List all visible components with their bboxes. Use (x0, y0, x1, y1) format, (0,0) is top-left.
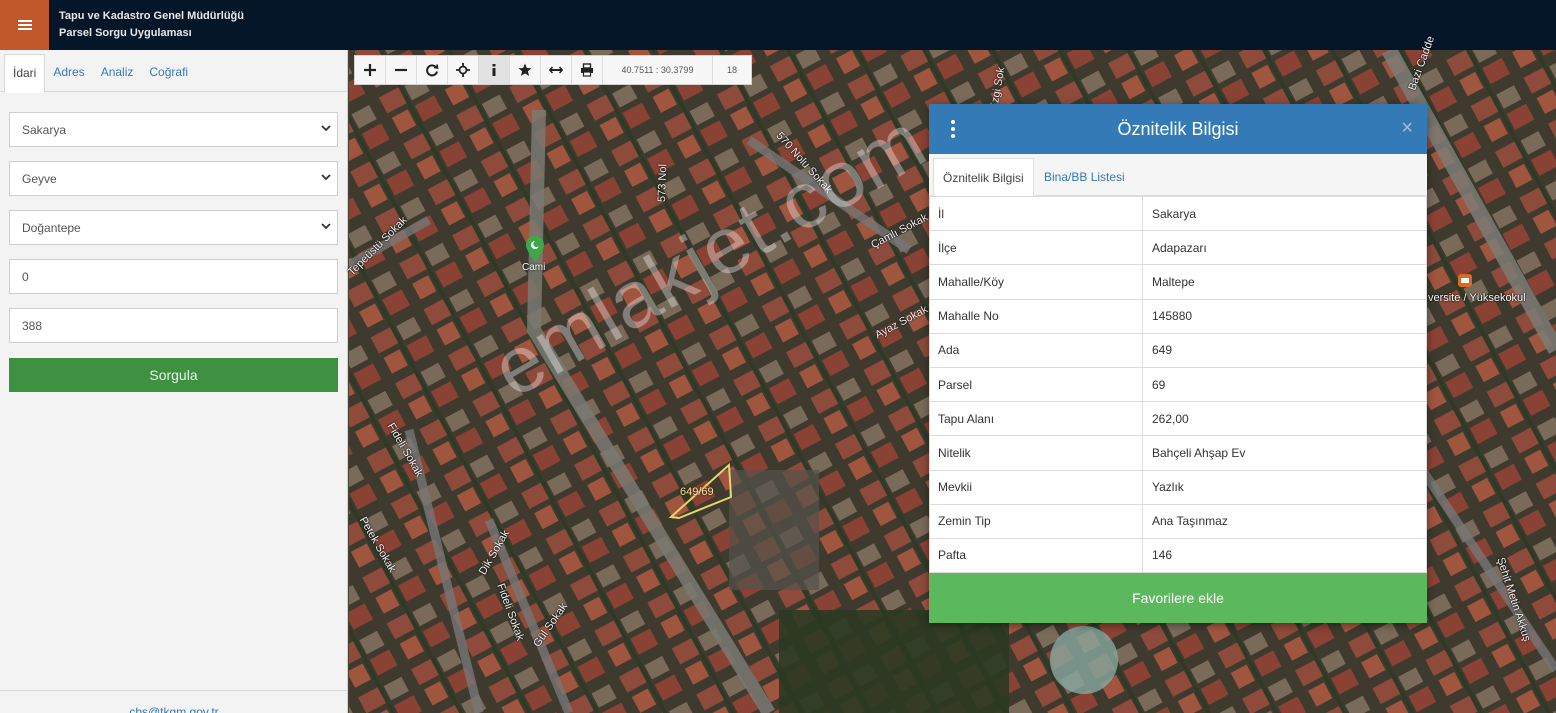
parcel-label[interactable]: 649/69 (680, 486, 714, 498)
table-row: Tapu Alanı 262,00 (929, 401, 1427, 437)
attr-value: Sakarya (1142, 195, 1427, 232)
ilce-select[interactable]: Geyve (9, 161, 338, 196)
attr-value: Bahçeli Ahşap Ev (1142, 435, 1427, 471)
zoom-out-button[interactable] (386, 56, 417, 84)
sidebar: İdari Adres Analiz Coğrafi Sakarya Geyve… (0, 50, 348, 713)
top-bar: Tapu ve Kadastro Genel Müdürlüğü Parsel … (0, 0, 1556, 50)
favorite-tool-button[interactable] (510, 56, 541, 84)
table-row: Nitelik Bahçeli Ahşap Ev (929, 435, 1427, 471)
attr-key: Ada (929, 332, 1143, 368)
attr-key: Tapu Alanı (929, 401, 1143, 437)
table-row: İlçe Adapazarı (929, 230, 1427, 266)
query-button[interactable]: Sorgula (9, 358, 338, 392)
table-row: Pafta 146 (929, 537, 1427, 574)
attr-value: 145880 (1142, 298, 1427, 334)
zoom-in-button[interactable] (355, 56, 386, 84)
attribute-table: İl Sakarya İlçe Adapazarı Mahalle/Köy Malte… (929, 195, 1427, 574)
attr-value: 649 (1142, 332, 1427, 368)
tab-adres[interactable]: Adres (45, 54, 92, 92)
attr-key: Mevkii (929, 469, 1143, 505)
close-icon[interactable]: × (1401, 117, 1413, 140)
refresh-icon (426, 64, 439, 77)
attr-key: Parsel (929, 366, 1143, 403)
crosshair-icon (456, 63, 470, 77)
popup-tabs: Öznitelik Bilgisi Bina/BB Listesi (929, 154, 1427, 197)
attr-key: Pafta (929, 537, 1143, 574)
attribute-popup: Öznitelik Bilgisi × Öznitelik Bilgisi Bi… (929, 104, 1427, 623)
university-label: versite / Yüksekokul (1428, 292, 1526, 304)
table-row: Zemin Tip Ana Taşınmaz (929, 503, 1427, 539)
map-toolbar: 40.7511 : 30.3799 18 (354, 55, 752, 85)
chevron-down-icon (321, 125, 331, 132)
measure-button[interactable] (541, 56, 572, 84)
parsel-input[interactable]: 388 (9, 308, 338, 343)
parsel-input-value: 388 (22, 318, 43, 333)
footer-email-link[interactable]: cbs@tkgm.gov.tr (0, 705, 348, 713)
attr-value: Adapazarı (1142, 230, 1427, 266)
attr-value: 262,00 (1142, 401, 1427, 437)
table-row: Mevkii Yazlık (929, 469, 1427, 505)
ilce-select-value: Geyve (22, 171, 57, 186)
mosque-pin-icon[interactable] (525, 236, 545, 262)
table-row: İl Sakarya (929, 195, 1427, 232)
mahalle-select[interactable]: Doğantepe (9, 210, 338, 245)
locate-button[interactable] (448, 56, 479, 84)
table-row: Mahalle/Köy Maltepe (929, 264, 1427, 300)
tab-cografi[interactable]: Coğrafi (141, 54, 196, 92)
app-title-line2: Parsel Sorgu Uygulaması (59, 27, 192, 39)
attr-value: Yazlık (1142, 469, 1427, 505)
mosque-label: Cami (522, 262, 546, 273)
popup-header: Öznitelik Bilgisi × (929, 104, 1427, 154)
app-title-line1: Tapu ve Kadastro Genel Müdürlüğü (59, 10, 244, 22)
menu-button[interactable] (0, 0, 49, 50)
attr-value: 69 (1142, 366, 1427, 403)
university-pin-icon[interactable] (1457, 272, 1473, 290)
table-row: Parsel 69 (929, 366, 1427, 403)
attr-value: Maltepe (1142, 264, 1427, 300)
info-button[interactable] (479, 56, 510, 84)
sidebar-footer: cbs@tkgm.gov.tr (0, 690, 348, 713)
il-select[interactable]: Sakarya (9, 112, 338, 147)
attr-key: Zemin Tip (929, 503, 1143, 539)
mahalle-select-value: Doğantepe (22, 220, 81, 235)
plus-icon (364, 64, 376, 76)
star-icon (518, 63, 532, 76)
attr-value: Ana Taşınmaz (1142, 503, 1427, 539)
minus-icon (395, 68, 407, 72)
add-favorite-button[interactable]: Favorilere ekle (929, 573, 1427, 623)
print-icon (581, 63, 593, 77)
ada-input-value: 0 (22, 269, 29, 284)
tab-attribute-info[interactable]: Öznitelik Bilgisi (933, 158, 1034, 197)
ada-input[interactable]: 0 (9, 259, 338, 294)
info-icon (492, 64, 496, 76)
popup-title: Öznitelik Bilgisi (1117, 119, 1239, 139)
table-row: Ada 649 (929, 332, 1427, 368)
attr-key: Mahalle/Köy (929, 264, 1143, 300)
tab-building-list[interactable]: Bina/BB Listesi (1035, 158, 1134, 196)
coordinate-readout: 40.7511 : 30.3799 (603, 56, 713, 84)
attr-key: Nitelik (929, 435, 1143, 471)
app-title: Tapu ve Kadastro Genel Müdürlüğü Parsel … (59, 8, 244, 42)
tab-analiz[interactable]: Analiz (93, 54, 142, 92)
measure-icon (549, 66, 563, 74)
table-row: Mahalle No 145880 (929, 298, 1427, 334)
refresh-button[interactable] (417, 56, 448, 84)
chevron-down-icon (321, 223, 331, 230)
chevron-down-icon (321, 174, 331, 181)
print-button[interactable] (572, 56, 603, 84)
zoom-level: 18 (726, 65, 737, 75)
attr-key: Mahalle No (929, 298, 1143, 334)
street-label: 573 Nol (656, 163, 670, 203)
il-select-value: Sakarya (22, 122, 67, 137)
app-root: Tapu ve Kadastro Genel Müdürlüğü Parsel … (0, 0, 1556, 713)
sidebar-tabs: İdari Adres Analiz Coğrafi (0, 50, 347, 93)
tab-idari[interactable]: İdari (4, 54, 46, 93)
attr-key: İlçe (929, 230, 1143, 266)
attr-value: 146 (1142, 537, 1427, 574)
hamburger-icon (17, 20, 32, 30)
attr-key: İl (929, 195, 1143, 232)
